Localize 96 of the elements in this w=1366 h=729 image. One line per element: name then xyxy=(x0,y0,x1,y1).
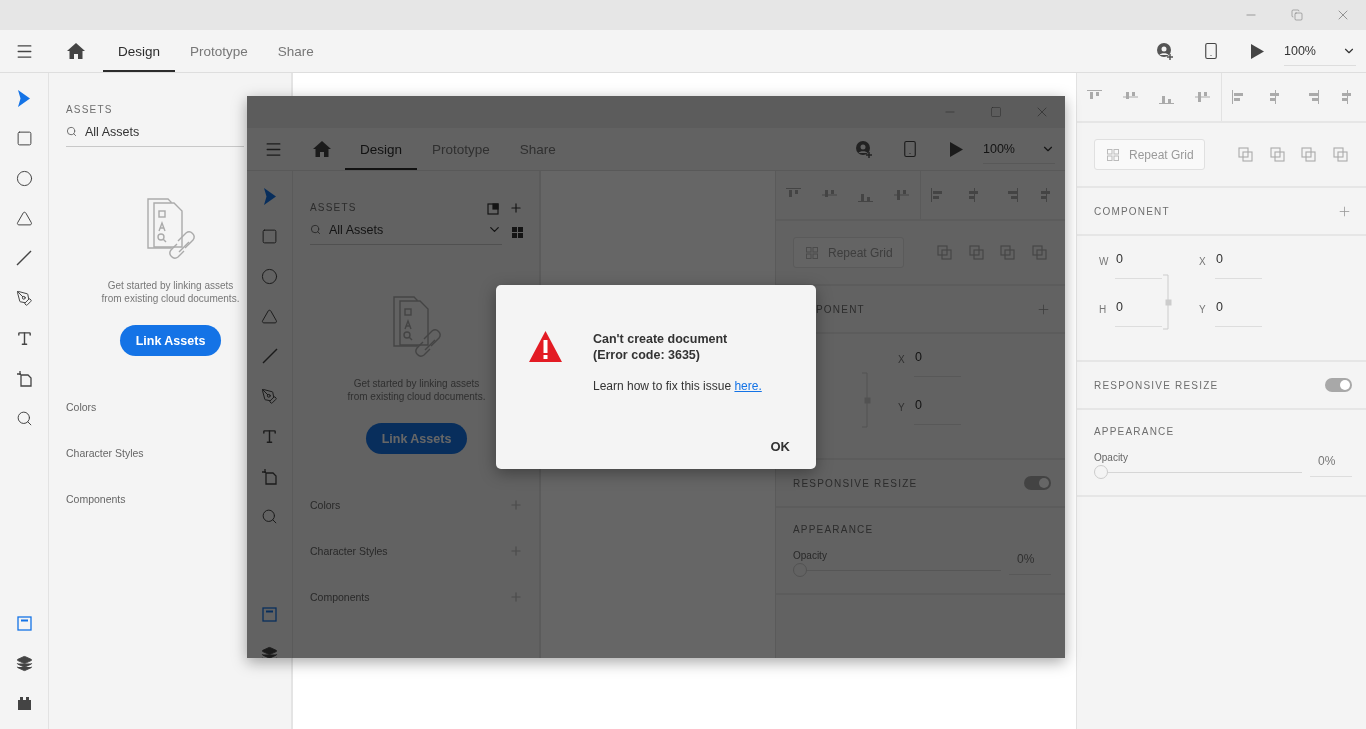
panel-title: ASSETS xyxy=(66,104,114,117)
pen-icon xyxy=(261,387,278,405)
plus-icon xyxy=(1337,203,1352,219)
plugin-icon xyxy=(16,696,32,710)
layers-icon xyxy=(15,654,33,672)
plus-icon xyxy=(1036,301,1051,317)
ok-button[interactable]: OK xyxy=(770,424,790,469)
opacity-value[interactable]: 0% xyxy=(1310,453,1352,477)
path-operation-icon xyxy=(1332,147,1348,162)
empty-state-text: Get started by linking assets from existing cloud documents. xyxy=(100,279,241,305)
search-field[interactable]: All Assets xyxy=(66,121,244,147)
user-plus-icon xyxy=(855,140,873,158)
link-assets-button[interactable]: Link Assets xyxy=(365,423,468,454)
smartphone-icon xyxy=(1202,42,1220,60)
zoom-field[interactable]: 100% xyxy=(1284,36,1356,66)
tab[interactable]: Design xyxy=(345,128,418,170)
search-icon xyxy=(15,409,33,427)
section-title: APPEARANCE xyxy=(1094,426,1176,437)
dimension-field[interactable]: 0 xyxy=(1115,252,1162,279)
section-label: Colors xyxy=(66,401,97,413)
zoom-field[interactable]: 100% xyxy=(983,134,1055,164)
toggle-switch[interactable] xyxy=(1024,476,1051,490)
repeat-grid-button[interactable]: Repeat Grid xyxy=(1094,139,1205,170)
rectangle-icon xyxy=(261,227,278,245)
section-title: COMPONENT xyxy=(1094,205,1170,217)
link-assets-button[interactable]: Link Assets xyxy=(119,325,222,356)
grid-icon xyxy=(1107,148,1119,161)
opacity-slider[interactable] xyxy=(1094,465,1302,479)
dimension-field[interactable]: 0 xyxy=(1115,300,1162,327)
path-operation-icon xyxy=(1000,245,1016,260)
layers-icon xyxy=(261,645,278,658)
search-icon xyxy=(310,224,321,235)
warning-icon xyxy=(529,331,562,362)
opacity-label: Opacity xyxy=(1094,452,1128,463)
section-label: Components xyxy=(66,493,126,505)
pointer-icon xyxy=(17,89,31,107)
grid-icon xyxy=(806,246,818,259)
triangle-icon xyxy=(15,209,33,227)
ellipse-icon xyxy=(261,267,278,285)
line-icon xyxy=(261,348,278,364)
rectangle-icon xyxy=(15,129,33,147)
artboard-icon xyxy=(261,467,278,485)
tab[interactable]: Prototype xyxy=(175,30,263,72)
dimension-field[interactable]: 0 xyxy=(914,398,961,425)
play-icon xyxy=(1250,43,1264,59)
section-label: Components xyxy=(310,591,370,603)
tab[interactable]: Share xyxy=(262,30,329,72)
panel-icon xyxy=(262,606,277,622)
triangle-icon xyxy=(261,307,278,325)
user-plus-icon xyxy=(1156,42,1174,60)
dimension-field[interactable]: 0 xyxy=(914,350,961,377)
align-icon xyxy=(1195,90,1211,104)
section-title: RESPONSIVE RESIZE xyxy=(1094,379,1219,391)
path-operation-icon xyxy=(1301,147,1317,162)
search-field[interactable]: All Assets xyxy=(310,219,502,245)
field-label: W xyxy=(1099,255,1107,267)
pen-icon xyxy=(15,289,33,307)
home-icon xyxy=(313,141,331,157)
dialog-message: Learn how to fix this issue here. xyxy=(593,379,763,393)
lock-icon xyxy=(1163,274,1173,330)
maximize-icon xyxy=(990,106,1002,118)
align-icon xyxy=(894,188,910,202)
help-link[interactable]: here. xyxy=(734,379,762,393)
field-label: Y xyxy=(1199,303,1207,315)
play-icon xyxy=(949,141,963,157)
search-icon xyxy=(261,507,278,525)
panel-icon xyxy=(16,615,32,631)
line-icon xyxy=(16,250,32,266)
dimension-field[interactable]: 0 xyxy=(1215,300,1262,327)
export-icon xyxy=(487,203,499,215)
toggle-switch[interactable] xyxy=(1325,378,1352,392)
search-icon xyxy=(66,126,77,137)
path-operation-icon xyxy=(937,245,953,260)
pointer-icon xyxy=(262,187,277,205)
grid-view-icon xyxy=(512,226,523,238)
field-label: H xyxy=(1099,303,1107,315)
field-label: X xyxy=(1199,255,1207,267)
restore-icon xyxy=(1291,9,1303,21)
error-code: (Error code: 3635) xyxy=(593,347,701,363)
text-icon xyxy=(261,427,278,445)
plus-icon xyxy=(509,201,523,215)
dimension-field[interactable]: 0 xyxy=(1215,252,1262,279)
dialog-title: Can't create document xyxy=(593,331,729,347)
tab[interactable]: Design xyxy=(103,30,176,72)
ellipse-icon xyxy=(15,169,33,187)
path-operation-icon xyxy=(1031,245,1047,260)
home-icon xyxy=(67,43,85,59)
smartphone-icon xyxy=(901,140,919,158)
path-operation-icon xyxy=(1269,147,1285,162)
section-label: Character Styles xyxy=(66,447,144,459)
text-icon xyxy=(15,329,33,347)
section-label: Character Styles xyxy=(310,545,388,557)
slider-thumb[interactable] xyxy=(1094,465,1108,479)
artboard-icon xyxy=(15,369,33,387)
path-operation-icon xyxy=(1238,147,1254,162)
path-operation-icon xyxy=(968,245,984,260)
